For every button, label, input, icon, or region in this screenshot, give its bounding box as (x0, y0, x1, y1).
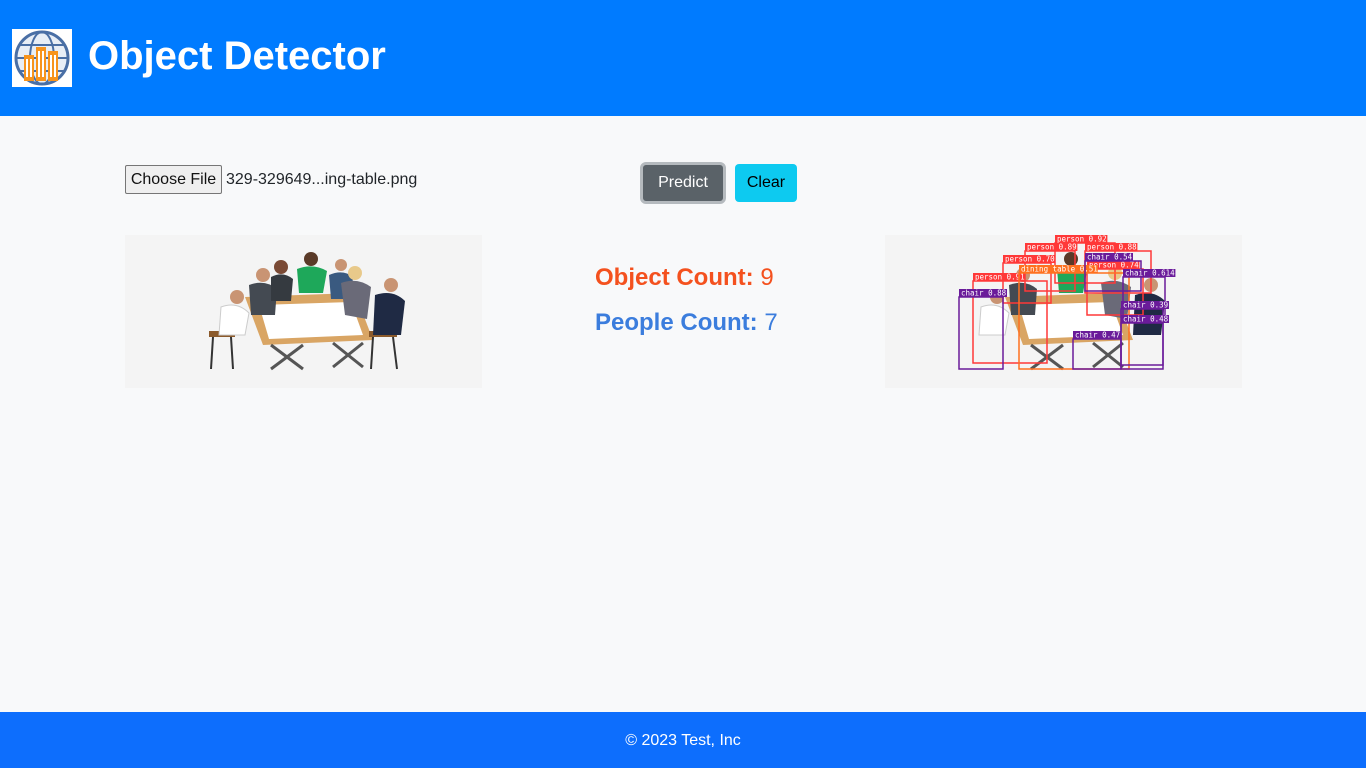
clear-button[interactable]: Clear (735, 164, 797, 202)
input-image (125, 235, 482, 388)
page-title: Object Detector (88, 34, 386, 78)
detection-label: chair 0.48 (1123, 315, 1169, 324)
detection-label: chair 0.88 (961, 289, 1007, 298)
detection-label: chair 0.39 (1123, 301, 1168, 310)
detection-label: person 0.70 (1005, 255, 1055, 264)
detection-label: dining table 0.51 (1021, 265, 1098, 274)
people-count-value: 7 (764, 309, 778, 336)
copyright-text: © 2023 Test, Inc (625, 732, 741, 749)
object-count-value: 9 (760, 264, 774, 291)
building-globe-icon (12, 29, 72, 87)
selected-file-name: 329-329649...ing-table.png (226, 171, 418, 188)
predict-button[interactable]: Predict (640, 162, 726, 204)
choose-file-button[interactable]: Choose File (125, 165, 222, 194)
object-count-label: Object Count: (595, 264, 754, 291)
people-count: People Count: 7 (595, 308, 778, 338)
detection-label: person 0.89 (1027, 243, 1077, 252)
detection-label: chair 0.54 (1087, 253, 1133, 262)
detection-label: chair 0.47 (1075, 331, 1120, 340)
people-count-label: People Count: (595, 309, 758, 336)
page-footer: © 2023 Test, Inc (0, 712, 1366, 768)
detection-label: chair 0.614 (1125, 269, 1175, 278)
detection-label: person 0.88 (1087, 243, 1137, 252)
output-image: person 0.92 person 0.89 person 0.88 person … (885, 235, 1242, 388)
object-count: Object Count: 9 (595, 263, 774, 293)
app-header: Object Detector (0, 0, 1366, 116)
detection-label: person 0.91 (975, 273, 1025, 282)
